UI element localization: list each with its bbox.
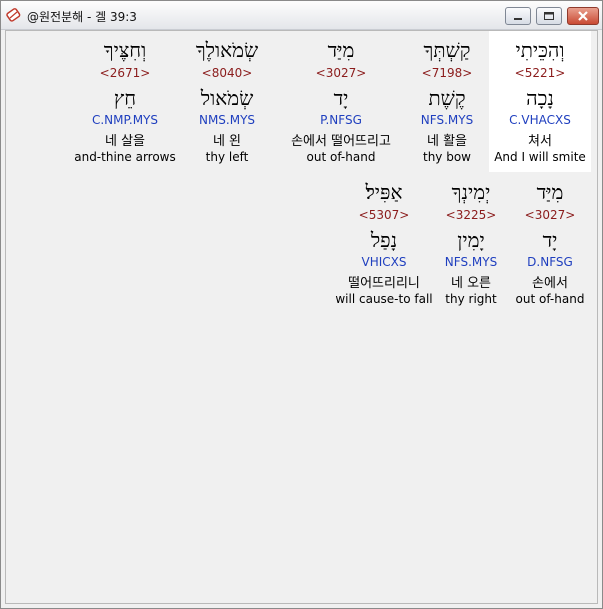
- strong-number[interactable]: <3027>: [508, 208, 592, 222]
- strong-number[interactable]: <5221>: [489, 66, 591, 80]
- close-button[interactable]: [567, 7, 599, 25]
- english-gloss: thy right: [445, 292, 497, 306]
- app-window: @원전분해 - 겔 39:3 וְהִכֵּיתִי <5221> נָכָה …: [0, 0, 603, 609]
- lexical-form: נָפַל: [370, 228, 398, 252]
- hebrew-word: מִיַּד: [536, 180, 564, 204]
- word-cell[interactable]: קַשְׁתְּךָ <7198> קֶשֶׁת NFS.MYS 네 활을 th…: [406, 31, 488, 172]
- english-gloss: And I will smite: [494, 150, 586, 164]
- hebrew-word: קַשְׁתְּךָ: [423, 38, 471, 62]
- hebrew-word: מִיַּד: [327, 38, 355, 62]
- lexical-form: שְׂמֹאול: [200, 86, 254, 110]
- close-icon: [578, 11, 588, 21]
- english-gloss: out of-hand: [306, 150, 376, 164]
- lexical-form: יָמִין: [457, 228, 485, 252]
- strong-number[interactable]: <8040>: [178, 66, 276, 80]
- english-gloss: thy left: [205, 150, 249, 164]
- window-title: @원전분해 - 겔 39:3: [27, 10, 137, 24]
- hebrew-word: וְחִצֶּיךָ: [103, 38, 147, 62]
- morphology-code: NMS.MYS: [198, 113, 256, 127]
- korean-gloss: 네 오른: [450, 276, 491, 291]
- english-gloss: will cause-to fall: [335, 292, 433, 306]
- english-gloss: out of-hand: [515, 292, 585, 306]
- morphology-code: NFS.MYS: [420, 113, 474, 127]
- hebrew-word: שְׂמֹאולֶךָ: [195, 38, 259, 62]
- hebrew-word: וְהִכֵּיתִי: [515, 38, 565, 62]
- lexical-form: יָד: [333, 86, 349, 110]
- korean-gloss: 떨어뜨리리니: [348, 276, 420, 291]
- strong-number[interactable]: <5307>: [334, 208, 434, 222]
- word-cell[interactable]: מִיַּד <3027> יָד D.NFSG 손에서 out of-hand: [508, 173, 592, 314]
- title-bar[interactable]: @원전분해 - 겔 39:3: [1, 1, 602, 30]
- morphology-code: C.NMP.MYS: [91, 113, 158, 127]
- korean-gloss: 손에서: [532, 276, 568, 291]
- hebrew-word: אַפִּיל׃: [365, 180, 403, 204]
- morphology-code: D.NFSG: [527, 255, 573, 269]
- word-cell[interactable]: מִיַּד <3027> יָד P.NFSG 손에서 떨어뜨리고 out o…: [278, 31, 404, 172]
- strong-number[interactable]: <3225>: [434, 208, 508, 222]
- lexical-form: יָד: [542, 228, 558, 252]
- maximize-button[interactable]: [536, 7, 562, 25]
- morphology-code: NFS.MYS: [444, 255, 498, 269]
- morphology-code: VHICXS: [361, 255, 407, 269]
- morphology-code: C.VHACXS: [509, 113, 571, 127]
- korean-gloss: 손에서 떨어뜨리고: [291, 134, 391, 149]
- minimize-icon: [514, 18, 522, 20]
- lexical-form: קֶשֶׁת: [428, 86, 466, 110]
- english-gloss: thy bow: [423, 150, 471, 164]
- morphology-code: P.NFSG: [320, 113, 362, 127]
- word-cell[interactable]: וְחִצֶּיךָ <2671> חֵץ C.NMP.MYS 네 살을 and…: [74, 31, 176, 172]
- word-cell[interactable]: אַפִּיל׃ <5307> נָפַל VHICXS 떨어뜨리리니 will…: [334, 173, 434, 314]
- word-cell[interactable]: וְהִכֵּיתִי <5221> נָכָה C.VHACXS 쳐서 And…: [489, 31, 591, 172]
- minimize-button[interactable]: [505, 7, 531, 25]
- lexical-form: נָכָה: [526, 86, 554, 110]
- korean-gloss: 네 왼: [212, 134, 242, 149]
- word-cell[interactable]: יְמִינְךָ <3225> יָמִין NFS.MYS 네 오른 thy…: [434, 173, 508, 314]
- strong-number[interactable]: <2671>: [74, 66, 176, 80]
- english-gloss: and-thine arrows: [74, 150, 176, 164]
- scroll-icon: [6, 8, 21, 22]
- strong-number[interactable]: <7198>: [406, 66, 488, 80]
- korean-gloss: 네 활을: [426, 134, 467, 149]
- word-cell[interactable]: שְׂמֹאולֶךָ <8040> שְׂמֹאול NMS.MYS 네 왼 …: [178, 31, 276, 172]
- analysis-panel: וְהִכֵּיתִי <5221> נָכָה C.VHACXS 쳐서 And…: [5, 30, 598, 604]
- lexical-form: חֵץ: [113, 86, 137, 110]
- strong-number[interactable]: <3027>: [278, 66, 404, 80]
- maximize-icon: [544, 12, 554, 20]
- korean-gloss: 쳐서: [528, 134, 552, 149]
- hebrew-word: יְמִינְךָ: [451, 180, 491, 204]
- korean-gloss: 네 살을: [104, 134, 145, 149]
